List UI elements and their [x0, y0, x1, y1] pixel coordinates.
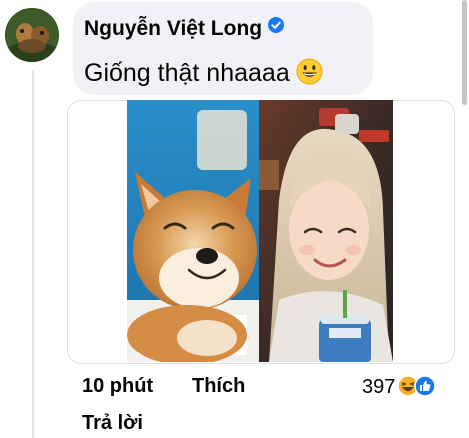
- comment-text-content: Giống thật nhaaaa: [84, 59, 290, 87]
- girl-image: [259, 100, 393, 362]
- shiba-dog-image: [127, 100, 259, 362]
- like-icon: [414, 375, 437, 397]
- reaction-icons: [397, 375, 437, 397]
- scrollbar[interactable]: [462, 0, 467, 105]
- comment-timestamp[interactable]: 10 phút: [82, 375, 153, 398]
- reply-thread-line: [32, 70, 34, 438]
- comment-author[interactable]: Nguyễn Việt Long: [84, 17, 285, 41]
- reaction-summary[interactable]: 397: [362, 375, 437, 399]
- comment-text: Giống thật nhaaaa: [84, 58, 323, 88]
- grinning-face-icon: [296, 58, 323, 85]
- attachment-photo[interactable]: [127, 100, 393, 362]
- author-name[interactable]: Nguyễn Việt Long: [84, 17, 262, 40]
- comment-bubble: Nguyễn Việt Long Giống thật nhaaaa: [73, 2, 373, 95]
- reaction-count: 397: [362, 376, 396, 398]
- like-link[interactable]: Thích: [192, 375, 245, 398]
- avatar[interactable]: [5, 8, 59, 62]
- reply-link[interactable]: Trả lời: [82, 412, 143, 435]
- verified-badge-icon: [268, 17, 285, 33]
